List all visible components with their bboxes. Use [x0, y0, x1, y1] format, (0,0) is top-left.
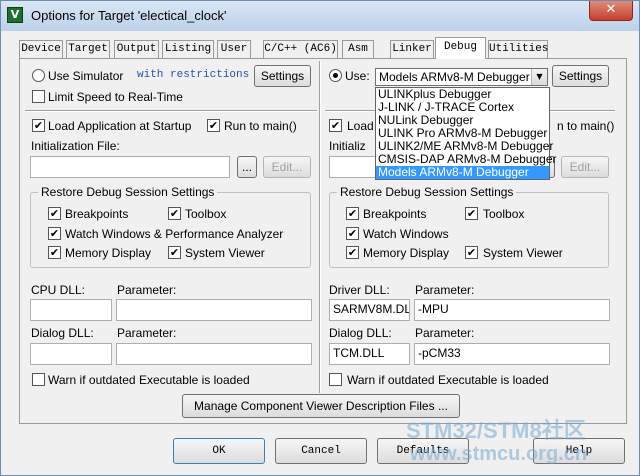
dropdown-option-selected[interactable]: Models ARMv8-M Debugger	[376, 166, 549, 179]
right-restore-title: Restore Debug Session Settings	[337, 185, 517, 199]
left-dialog-dll-input[interactable]	[30, 343, 112, 365]
use-simulator-label: Use Simulator	[48, 69, 124, 83]
left-watch-windows-label: Watch Windows & Performance Analyzer	[65, 227, 284, 241]
left-memory-display-checkbox[interactable]: ✔	[48, 246, 61, 259]
driver-dll-input[interactable]: SARMV8M.DLL	[329, 299, 410, 321]
left-dialog-param-input[interactable]	[116, 343, 312, 365]
chevron-down-icon[interactable]: ▼	[531, 69, 547, 85]
init-file-label: Initialization File:	[31, 139, 120, 153]
tab-asm[interactable]: Asm	[342, 40, 374, 58]
column-divider	[319, 61, 321, 393]
tab-linker[interactable]: Linker	[390, 40, 434, 58]
right-dialog-param-label: Parameter:	[415, 326, 475, 340]
left-system-viewer-label: System Viewer	[185, 246, 265, 260]
use-label: Use:	[345, 69, 370, 83]
close-button[interactable]: ✕	[589, 1, 633, 21]
load-app-checkbox[interactable]: ✔	[32, 119, 45, 132]
use-simulator-radio[interactable]	[32, 69, 45, 82]
tab-listing[interactable]: Listing	[162, 40, 214, 58]
right-toolbox-checkbox[interactable]: ✔	[465, 207, 478, 220]
window-title: Options for Target 'electical_clock'	[31, 8, 227, 23]
cancel-button[interactable]: Cancel	[275, 438, 367, 464]
driver-dll-label: Driver DLL:	[329, 283, 390, 297]
left-watch-windows-checkbox[interactable]: ✔	[48, 227, 61, 240]
right-memory-display-label: Memory Display	[363, 246, 450, 260]
tab-output[interactable]: Output	[114, 40, 159, 58]
left-toolbox-checkbox[interactable]: ✔	[168, 207, 181, 220]
left-restore-title: Restore Debug Session Settings	[38, 185, 218, 199]
cpu-param-label: Parameter:	[117, 283, 177, 297]
right-memory-display-checkbox[interactable]: ✔	[346, 246, 359, 259]
right-edit-button[interactable]: Edit...	[561, 156, 609, 178]
right-load-app-checkbox[interactable]: ✔	[329, 119, 342, 132]
left-breakpoints-label: Breakpoints	[65, 207, 129, 221]
left-toolbox-label: Toolbox	[185, 207, 227, 221]
run-to-main-label: Run to main()	[224, 119, 297, 133]
watermark-line2: www.stmcu.org.cn	[410, 443, 588, 465]
cpu-param-input[interactable]	[116, 299, 312, 321]
right-warn-outdated-checkbox[interactable]	[329, 373, 342, 386]
title-bar: V Options for Target 'electical_clock' ✕	[1, 1, 639, 31]
tab-debug[interactable]: Debug	[435, 37, 486, 59]
right-breakpoints-checkbox[interactable]: ✔	[346, 207, 359, 220]
right-toolbox-label: Toolbox	[483, 207, 525, 221]
right-dialog-param-input[interactable]: -pCM33	[414, 343, 610, 365]
init-file-input[interactable]	[30, 156, 230, 178]
tab-user[interactable]: User	[217, 40, 251, 58]
driver-param-input[interactable]: -MPU	[414, 299, 610, 321]
left-separator	[25, 110, 317, 112]
right-watch-windows-checkbox[interactable]: ✔	[346, 227, 359, 240]
left-dialog-dll-label: Dialog DLL:	[31, 326, 94, 340]
limit-speed-label: Limit Speed to Real-Time	[48, 90, 183, 104]
tab-utilities[interactable]: Utilities	[488, 40, 548, 58]
tab-c-cpp[interactable]: C/C++ (AC6)	[263, 40, 338, 58]
watermark-line1: STM32/STM8社区	[406, 418, 586, 443]
left-warn-outdated-label: Warn if outdated Executable is loaded	[48, 373, 250, 387]
right-system-viewer-checkbox[interactable]: ✔	[465, 246, 478, 259]
right-settings-button[interactable]: Settings	[552, 65, 609, 87]
left-system-viewer-checkbox[interactable]: ✔	[168, 246, 181, 259]
right-run-to-main-label: n to main()	[557, 119, 615, 133]
ok-button[interactable]: OK	[173, 438, 265, 464]
right-watch-windows-label: Watch Windows	[363, 227, 449, 241]
left-memory-display-label: Memory Display	[65, 246, 152, 260]
tab-device[interactable]: Device	[19, 40, 63, 58]
cpu-dll-label: CPU DLL:	[31, 283, 86, 297]
right-init-file-label: Initializ	[329, 139, 366, 153]
left-breakpoints-checkbox[interactable]: ✔	[48, 207, 61, 220]
limit-speed-checkbox[interactable]	[32, 90, 45, 103]
right-dialog-dll-input[interactable]: TCM.DLL	[329, 343, 410, 365]
use-debugger-radio[interactable]	[329, 69, 342, 82]
with-restrictions-link[interactable]: with restrictions	[137, 69, 249, 81]
left-edit-button[interactable]: Edit...	[263, 156, 311, 178]
left-settings-button[interactable]: Settings	[254, 65, 311, 87]
debugger-select[interactable]: Models ARMv8-M Debugger ▼	[375, 68, 548, 86]
options-dialog: V Options for Target 'electical_clock' ✕…	[0, 0, 640, 476]
left-warn-outdated-checkbox[interactable]	[32, 373, 45, 386]
left-browse-button[interactable]: ...	[237, 156, 257, 178]
right-breakpoints-label: Breakpoints	[363, 207, 427, 221]
driver-param-label: Parameter:	[415, 283, 475, 297]
debugger-dropdown-list: ULINKplus Debugger J-LINK / J-TRACE Cort…	[375, 87, 557, 180]
left-dialog-param-label: Parameter:	[117, 326, 177, 340]
right-system-viewer-label: System Viewer	[483, 246, 563, 260]
debugger-select-value: Models ARMv8-M Debugger	[379, 70, 530, 84]
load-app-label: Load Application at Startup	[48, 119, 192, 133]
tab-target[interactable]: Target	[66, 40, 110, 58]
right-warn-outdated-label: Warn if outdated Executable is loaded	[347, 373, 549, 387]
run-to-main-checkbox[interactable]: ✔	[207, 119, 220, 132]
cpu-dll-input[interactable]	[30, 299, 112, 321]
right-load-app-label: Load	[347, 119, 374, 133]
keil-app-icon: V	[7, 7, 23, 23]
right-dialog-dll-label: Dialog DLL:	[329, 326, 392, 340]
